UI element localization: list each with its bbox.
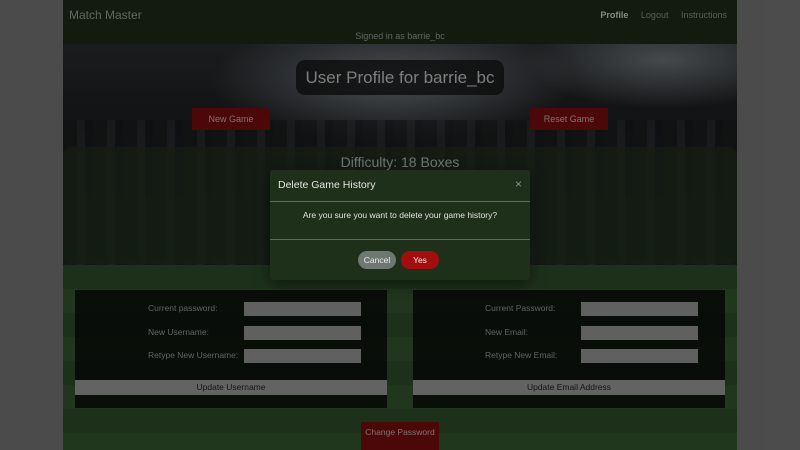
close-icon[interactable]: × (515, 177, 522, 191)
dialog-message: Are you sure you want to delete your gam… (302, 210, 498, 220)
dialog-divider (270, 201, 530, 202)
dialog-divider (270, 239, 530, 240)
dialog-title: Delete Game History (278, 179, 376, 191)
cancel-button[interactable]: Cancel (358, 251, 396, 269)
confirm-yes-button[interactable]: Yes (401, 251, 439, 269)
delete-history-dialog: Delete Game History × Are you sure you w… (270, 170, 530, 280)
